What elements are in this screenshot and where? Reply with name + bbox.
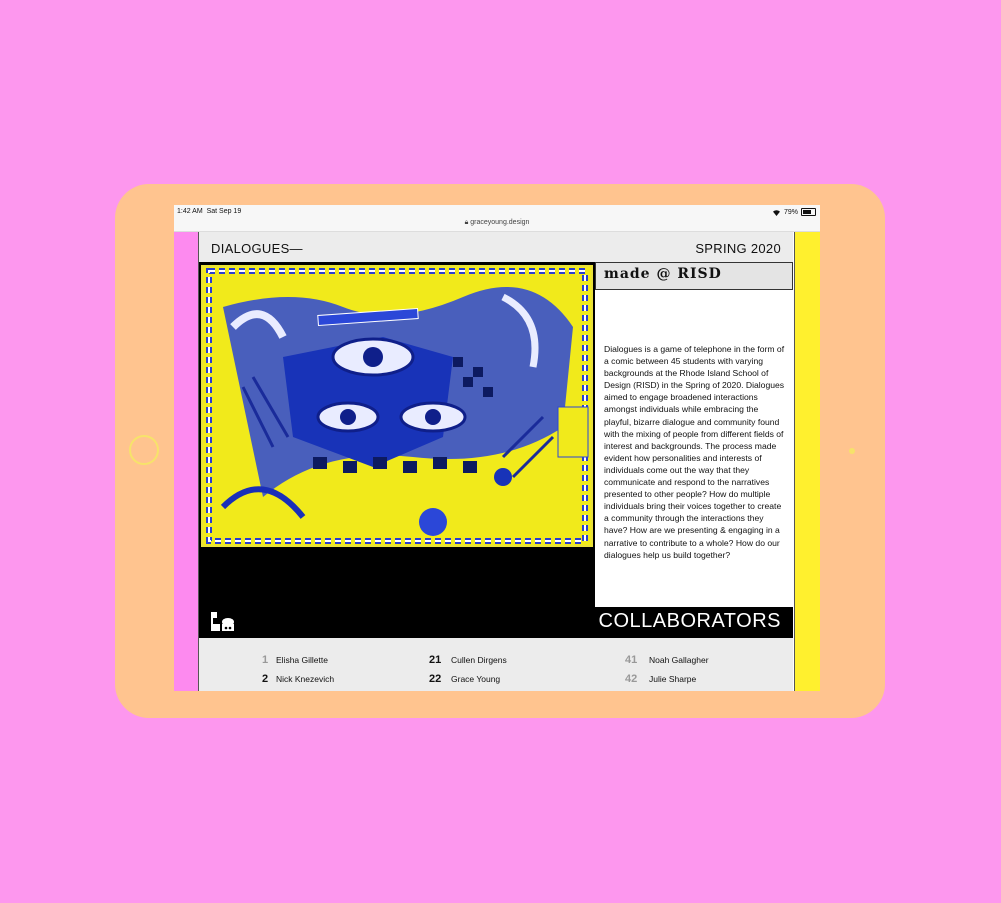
main-content: DIALOGUES— SPRING 2020 made @ RISD Dialo… <box>199 232 793 691</box>
collaborator-name: Noah Gallagher <box>649 655 709 665</box>
page-title: DIALOGUES— <box>211 241 303 256</box>
season-label: SPRING 2020 <box>695 241 781 256</box>
list-item: 2 Nick Knezevich <box>262 673 334 685</box>
info-panel: made @ RISD Dialogues is a game of telep… <box>595 262 793 607</box>
list-item: 41 Noah Gallagher <box>625 654 709 666</box>
collaborator-name: Julie Sharpe <box>649 674 697 684</box>
collaborator-number: 42 <box>625 673 638 685</box>
battery-icon <box>801 208 816 216</box>
collaborator-name: Grace Young <box>451 674 501 684</box>
collaborator-number: 22 <box>429 673 442 685</box>
comic-artwork[interactable] <box>201 265 593 547</box>
collaborator-name: Cullen Dirgens <box>451 655 507 665</box>
url-text: graceyoung.design <box>470 219 530 226</box>
collaborator-number: 21 <box>429 654 442 666</box>
collaborator-number: 1 <box>262 654 269 666</box>
list-item: 22 Grace Young <box>429 673 500 685</box>
lock-icon: 🔒︎ <box>464 219 469 226</box>
collaborator-number: 41 <box>625 654 638 666</box>
battery-percent: 79% <box>783 208 798 216</box>
collaborator-number: 2 <box>262 673 269 685</box>
made-at-risd-label: made @ RISD <box>595 262 793 290</box>
list-item: 21 Cullen Dirgens <box>429 654 507 666</box>
right-color-bar <box>794 232 820 691</box>
collaborators-list: 1 Elisha Gillette 2 Nick Knezevich 21 Culle… <box>199 638 793 691</box>
tablet-screen: 1:42 AM Sat Sep 19 79% 🔒︎ graceyoung.des… <box>174 205 820 691</box>
comic-artwork-graphic <box>203 267 591 545</box>
address-bar[interactable]: 🔒︎ graceyoung.design <box>174 219 820 227</box>
list-item: 1 Elisha Gillette <box>262 654 328 666</box>
home-button[interactable] <box>129 435 159 465</box>
collaborator-name: Nick Knezevich <box>276 674 335 684</box>
list-item: 42 Julie Sharpe <box>625 673 696 685</box>
wifi-icon <box>772 209 780 216</box>
camera-dot <box>849 448 855 454</box>
collaborators-heading: COLLABORATORS <box>598 610 781 632</box>
collaborator-name: Elisha Gillette <box>276 655 328 665</box>
dialogues-logo-icon <box>211 612 234 631</box>
project-description: Dialogues is a game of telephone in the … <box>604 344 785 560</box>
status-time: 1:42 AM Sat Sep 19 <box>177 208 242 215</box>
left-color-bar <box>174 232 199 691</box>
status-right: 79% <box>772 208 816 216</box>
page-header: DIALOGUES— SPRING 2020 <box>199 232 793 262</box>
status-bar: 1:42 AM Sat Sep 19 79% 🔒︎ graceyoung.des… <box>174 205 820 232</box>
